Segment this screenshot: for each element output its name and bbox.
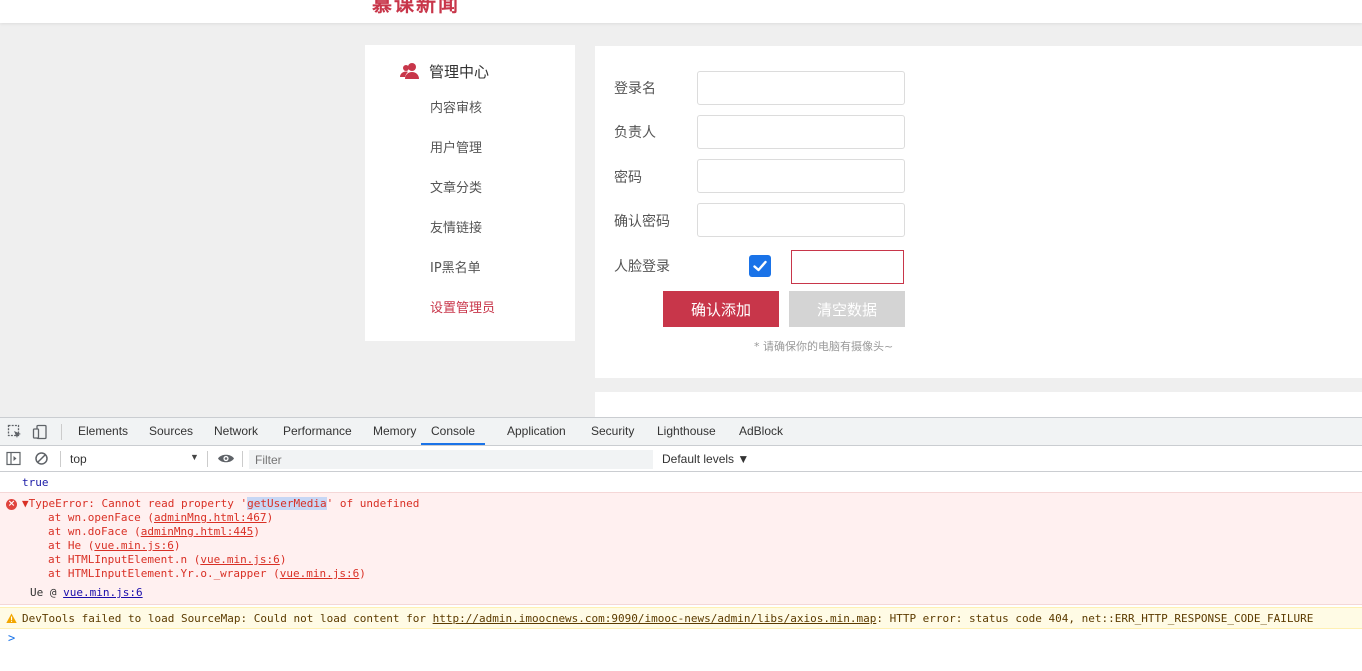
stack-frame-end: ) [173, 539, 181, 552]
sidebar-header: 管理中心 [400, 59, 489, 83]
stack-frame-text: at HTMLInputElement.n ( [48, 553, 201, 566]
console-log-true: true [22, 476, 49, 489]
console-filter-input[interactable] [249, 450, 653, 469]
tab-memory[interactable]: Memory [373, 418, 416, 445]
sidebar-item-ip-blacklist[interactable]: IP黑名单 [430, 257, 481, 276]
face-login-label: 人脸登录 [614, 259, 670, 275]
error-prefix: ▼TypeError: Cannot read property ' [22, 497, 248, 510]
clear-console-icon[interactable] [34, 451, 49, 466]
owner-label: 负责人 [614, 125, 656, 141]
warning-prefix: DevTools failed to load SourceMap: Could… [22, 612, 433, 625]
ue-source-line: Ue @ vue.min.js:6 [30, 586, 143, 599]
stack-frame: at He (vue.min.js:6) [48, 539, 180, 552]
error-icon: × [6, 499, 17, 510]
sourcemap-url-link[interactable]: http://admin.imoocnews.com:9090/imooc-ne… [433, 612, 877, 625]
checkmark-icon [753, 260, 767, 272]
stack-frame: at wn.doFace (adminMng.html:445) [48, 525, 260, 538]
toolbar-divider [61, 424, 62, 440]
warning-suffix: : HTTP error: status code 404, net::ERR_… [876, 612, 1314, 625]
stack-frame-text: at wn.doFace ( [48, 525, 141, 538]
toolbar-divider [60, 451, 61, 467]
ue-prefix: Ue @ [30, 586, 64, 599]
toolbar-divider [207, 451, 208, 467]
ue-source-link[interactable]: vue.min.js:6 [63, 586, 142, 599]
stack-frame-end: ) [279, 553, 287, 566]
error-message[interactable]: ▼TypeError: Cannot read property 'getUse… [22, 497, 419, 510]
stack-frame-text: at He ( [48, 539, 95, 552]
sidebar-title: 管理中心 [429, 62, 490, 81]
tab-network[interactable]: Network [214, 418, 258, 445]
stack-frame: at HTMLInputElement.Yr.o._wrapper (vue.m… [48, 567, 366, 580]
error-suffix: ' of undefined [326, 497, 420, 510]
site-logo-text[interactable]: 慕课新闻 [372, 0, 460, 17]
web-page: 慕课新闻 管理中心 内容审核 用户管理 文章分类 友情链接 IP黑名单 设置管理… [0, 0, 1362, 417]
sidebar-toggle-icon[interactable] [6, 451, 21, 466]
console-prompt[interactable]: > [8, 631, 15, 645]
tab-performance[interactable]: Performance [283, 418, 352, 445]
tab-adblock[interactable]: AdBlock [739, 418, 783, 445]
console-warning-entry: DevTools failed to load SourceMap: Could… [0, 607, 1362, 629]
tab-security[interactable]: Security [591, 418, 634, 445]
password-label: 密码 [614, 170, 642, 186]
sidebar-item-friend-links[interactable]: 友情链接 [430, 217, 482, 236]
devtools-panel: Elements Sources Network Performance Mem… [0, 417, 1362, 671]
sidebar-item-set-admin[interactable]: 设置管理员 [430, 297, 495, 316]
users-icon [400, 63, 419, 79]
inspect-element-icon[interactable] [7, 424, 23, 440]
confirm-add-button[interactable]: 确认添加 [663, 291, 779, 327]
sidebar-item-content-review[interactable]: 内容审核 [430, 97, 482, 116]
stack-frame-text: at HTMLInputElement.Yr.o._wrapper ( [48, 567, 280, 580]
log-levels-dropdown[interactable]: Default levels ▼ [662, 452, 749, 466]
toolbar-divider [242, 451, 243, 467]
add-admin-form: 登录名 负责人 密码 确认密码 人脸登录 确认添加 清空数据 * 请确保你的电脑… [595, 46, 1362, 378]
stack-frame-end: ) [359, 567, 366, 580]
stack-frame-text: at wn.openFace ( [48, 511, 154, 524]
face-login-checkbox[interactable] [749, 255, 771, 277]
camera-preview-box [791, 250, 904, 284]
tab-elements[interactable]: Elements [78, 418, 128, 445]
lower-panel [595, 392, 1362, 417]
admin-sidebar: 管理中心 内容审核 用户管理 文章分类 友情链接 IP黑名单 设置管理员 [365, 45, 575, 341]
console-toolbar: top ▼ Default levels ▼ [0, 446, 1362, 472]
stack-frame-link[interactable]: vue.min.js:6 [280, 567, 359, 580]
password-input[interactable] [697, 159, 905, 193]
owner-input[interactable] [697, 115, 905, 149]
tab-lighthouse[interactable]: Lighthouse [657, 418, 716, 445]
login-name-input[interactable] [697, 71, 905, 105]
tab-sources[interactable]: Sources [149, 418, 193, 445]
tab-console[interactable]: Console [421, 418, 486, 445]
top-header: 慕课新闻 [0, 0, 1362, 23]
tab-application[interactable]: Application [507, 418, 566, 445]
confirm-password-input[interactable] [697, 203, 905, 237]
warning-icon [6, 613, 17, 623]
stack-frame-end: ) [253, 525, 260, 538]
stack-frame: at HTMLInputElement.n (vue.min.js:6) [48, 553, 286, 566]
login-name-label: 登录名 [614, 81, 656, 97]
stack-frame-link[interactable]: vue.min.js:6 [94, 539, 173, 552]
clear-data-button[interactable]: 清空数据 [789, 291, 905, 327]
stack-frame-end: ) [266, 511, 274, 524]
confirm-password-label: 确认密码 [614, 214, 670, 230]
device-toolbar-icon[interactable] [32, 424, 48, 440]
live-expression-eye-icon[interactable] [217, 451, 235, 466]
stack-frame-link[interactable]: vue.min.js:6 [200, 553, 279, 566]
stack-frame: at wn.openFace (adminMng.html:467) [48, 511, 273, 524]
warning-message: DevTools failed to load SourceMap: Could… [22, 612, 1313, 625]
sidebar-item-article-category[interactable]: 文章分类 [430, 177, 482, 196]
context-selector[interactable]: top [70, 452, 200, 466]
sidebar-item-user-management[interactable]: 用户管理 [430, 137, 482, 156]
stack-frame-link[interactable]: adminMng.html:445 [141, 525, 254, 538]
devtools-tabbar: Elements Sources Network Performance Mem… [0, 418, 1362, 446]
camera-hint-text: * 请确保你的电脑有摄像头~ [754, 340, 894, 353]
chevron-down-icon: ▼ [190, 452, 199, 462]
stack-frame-link[interactable]: adminMng.html:467 [154, 511, 267, 524]
error-highlight: getUserMedia [247, 497, 327, 510]
console-error-entry: × ▼TypeError: Cannot read property 'getU… [0, 492, 1362, 605]
